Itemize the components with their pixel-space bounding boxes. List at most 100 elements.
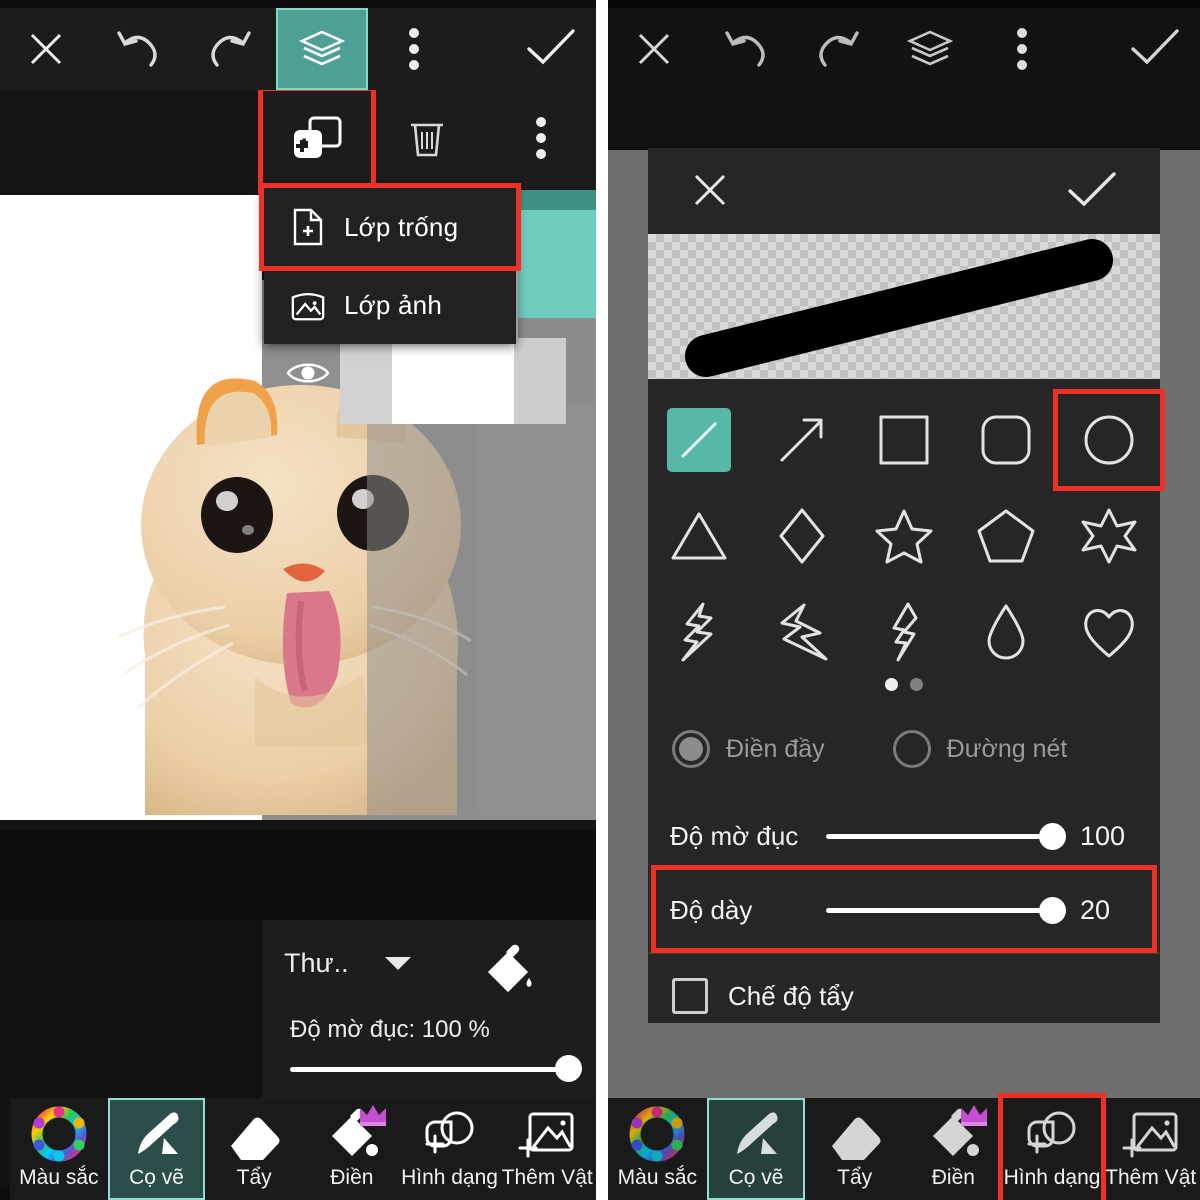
radio-stroke[interactable]: Đường nét [892,730,1068,768]
shape-option-lightning-1[interactable] [648,586,750,678]
shape-option-pentagon[interactable] [955,490,1057,582]
layer-more-button[interactable] [486,90,596,190]
paint-bucket-icon[interactable] [478,942,536,1003]
confirm-button[interactable] [1108,8,1200,90]
shape-option-arrow[interactable] [750,394,852,486]
opacity-slider-value: 100 [1080,820,1126,851]
arrow-diagonal-icon [770,408,834,472]
shape-option-lightning-3[interactable] [853,586,955,678]
tool-hình-dạng[interactable]: Hình dạng [997,1093,1107,1200]
tool-màu-sắc[interactable]: Màu sắc [10,1098,108,1200]
slider-knob[interactable] [1039,897,1066,924]
confirm-button[interactable] [504,8,596,90]
tool-điền[interactable]: Điền [904,1098,1003,1200]
delete-layer-button[interactable] [372,90,482,190]
layers-button[interactable] [276,8,368,90]
three-dots-vertical-icon [535,115,547,166]
tool-thêm-vật[interactable]: Thêm Vật [498,1098,596,1200]
redo-button[interactable] [792,8,884,90]
layers-button[interactable] [884,8,976,90]
triangle-outline-icon [667,504,731,568]
tool-tẩy[interactable]: Tẩy [805,1098,904,1200]
tool-hình-dạng[interactable]: Hình dạng [401,1098,499,1200]
eraser-icon [225,1108,283,1162]
tool-label: Màu sắc [19,1166,99,1189]
shape-option-rounded-square[interactable] [955,394,1057,486]
add-image-icon [1122,1108,1180,1162]
three-dots-vertical-icon [408,26,420,72]
tool-thêm-vật[interactable]: Thêm Vật [1101,1098,1200,1200]
menu-item-label: Lớp trống [344,211,459,242]
pager-dot[interactable] [910,678,923,691]
thickness-slider-row: Độ dày 20 [648,878,1160,942]
right-screenshot-panel: Điền đầy Đường nét Độ mờ đục 100 Độ dày [608,0,1200,1200]
layer-visibility-row[interactable] [262,338,596,424]
tool-điền[interactable]: Điền [303,1098,401,1200]
shape-option-line[interactable] [648,394,750,486]
shape-option-circle[interactable] [1052,389,1166,491]
crown-icon [358,1104,388,1131]
shape-picker-grid [648,389,1166,678]
shape-option-droplet[interactable] [955,586,1057,678]
shape-option-heart[interactable] [1058,586,1160,678]
tool-label: Tẩy [236,1166,272,1189]
radio-label: Đường nét [946,734,1068,763]
tool-label: Cọ vẽ [129,1166,184,1189]
left-bottom-toolbar: Màu sắc Cọ vẽ Tẩy Điền Hình dạng Thêm Vậ… [10,1098,596,1200]
shape-option-lightning-2[interactable] [750,586,852,678]
star-five-point-icon [872,504,936,568]
opacity-slider[interactable] [826,821,1066,851]
tool-label: Điền [330,1166,374,1189]
menu-item-image-layer[interactable]: Lớp ảnh [264,266,516,344]
heart-outline-icon [1077,600,1141,664]
layer-opacity-slider[interactable] [290,1055,582,1082]
layer-row-swatch [392,338,514,424]
shape-sheet-cancel-button[interactable] [690,170,730,215]
radio-indicator [672,730,710,768]
close-button[interactable] [608,8,700,90]
shape-option-square[interactable] [853,394,955,486]
close-button[interactable] [0,8,92,90]
layers-stack-icon [299,28,345,70]
blend-mode-dropdown[interactable]: Thư.. [284,948,411,979]
shape-preview-canvas [648,234,1160,379]
slider-knob[interactable] [555,1055,582,1082]
undo-button[interactable] [92,8,184,90]
shape-option-diamond[interactable] [750,490,852,582]
tool-cọ-vẽ[interactable]: Cọ vẽ [706,1098,806,1200]
panel-divider [596,0,608,1200]
tool-label: Màu sắc [617,1166,698,1189]
tool-label: Tẩy [837,1166,873,1189]
shape-option-star-5[interactable] [853,490,955,582]
overflow-menu-button[interactable] [976,8,1068,90]
shape-option-star-6[interactable] [1058,490,1160,582]
add-layer-button[interactable] [258,86,376,194]
eraser-mode-row[interactable]: Chế độ tẩy [648,960,1160,1032]
tool-màu-sắc[interactable]: Màu sắc [608,1098,707,1200]
trash-bin-icon [407,115,447,166]
tool-label: Điền [931,1166,975,1189]
layer-opacity-label: Độ mờ đục: 100 % [290,1016,490,1043]
menu-item-empty-layer[interactable]: Lớp trống [259,183,521,271]
menu-item-label: Lớp ảnh [344,289,442,320]
redo-button[interactable] [184,8,276,90]
thickness-slider[interactable] [826,895,1066,925]
lightning-bolt-thin-icon [872,600,936,664]
slider-knob[interactable] [1039,823,1066,850]
overflow-menu-button[interactable] [368,8,460,90]
square-outline-icon [872,408,936,472]
shape-option-triangle[interactable] [648,490,750,582]
tool-label: Cọ vẽ [728,1166,784,1189]
layer-thumbnail[interactable] [518,210,596,318]
checkbox-indicator[interactable] [672,978,708,1014]
tool-cọ-vẽ[interactable]: Cọ vẽ [107,1098,206,1200]
screenshot-root: Lớp trống Lớp ảnh Thư.. Độ mờ đục: 100 %… [0,0,1200,1200]
tool-label: Thêm Vật [501,1166,593,1189]
eye-visible-icon[interactable] [286,358,330,393]
shape-sheet-confirm-button[interactable] [1066,172,1116,215]
radio-fill[interactable]: Điền đầy [672,730,825,768]
undo-button[interactable] [700,8,792,90]
tool-label: Hình dạng [1003,1166,1101,1189]
tool-tẩy[interactable]: Tẩy [205,1098,303,1200]
pager-dot[interactable] [885,678,898,691]
